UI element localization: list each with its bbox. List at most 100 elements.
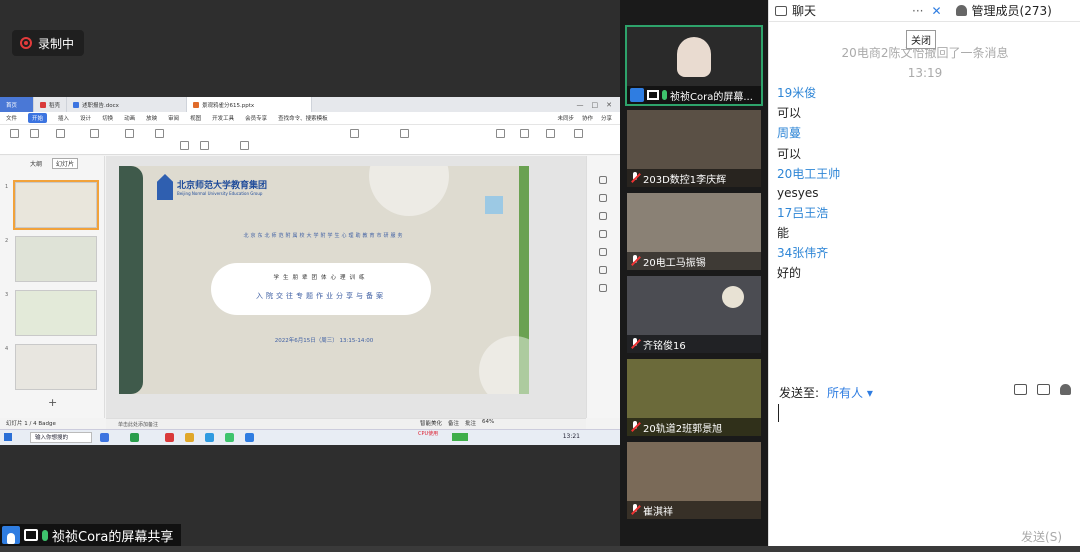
smart-beautify-button[interactable]: 智能美化 [420, 419, 442, 427]
meeting-window: 录制中 首页 稻壳 述职报告.docx 景观鸦雀分615.pptx — □ ✕ … [0, 0, 1080, 552]
menu-devtools[interactable]: 开发工具 [212, 114, 234, 122]
slide-thumbnail[interactable] [15, 344, 97, 390]
windows-start-icon[interactable] [4, 433, 12, 441]
sync-status[interactable]: 未同步 [557, 114, 574, 122]
thumb-number: 4 [5, 346, 9, 352]
recording-indicator[interactable]: 录制中 [12, 30, 85, 56]
app-icon[interactable] [185, 433, 194, 442]
menu-start[interactable]: 开始 [28, 113, 48, 123]
video-tile[interactable]: 20轨道2班郭景旭 [627, 359, 761, 436]
menu-right-group: 未同步 协作 分享 [557, 114, 620, 122]
cut-icon[interactable] [30, 129, 39, 138]
tab-slides[interactable]: 幻灯片 [52, 158, 79, 169]
collab-button[interactable]: 协作 [582, 114, 593, 122]
message-sender[interactable]: 17吕王浩 [777, 204, 828, 221]
file-icon[interactable] [1014, 384, 1027, 395]
maximize-icon[interactable]: □ [592, 101, 599, 109]
menu-insert[interactable]: 插入 [58, 114, 69, 122]
send-button[interactable]: 发送(S) [1021, 528, 1062, 545]
menu-file[interactable]: 文件 [6, 114, 17, 122]
video-tile[interactable]: 20电工马振锡 [627, 193, 761, 270]
bold-icon[interactable] [180, 141, 189, 150]
align-left-icon[interactable] [350, 129, 359, 138]
close-icon[interactable]: ✕ [606, 101, 612, 109]
screenshot-icon[interactable] [1037, 384, 1050, 395]
notes-toggle[interactable]: 备注 [448, 419, 459, 427]
menu-design[interactable]: 设计 [80, 114, 91, 122]
menu-transition[interactable]: 切换 [102, 114, 113, 122]
shape-icon[interactable] [520, 129, 529, 138]
share-owner-name: 祯祯Cora的屏幕共享 [52, 529, 174, 545]
message-sender[interactable]: 19米俊 [777, 84, 816, 101]
tab-chat[interactable]: 聊天 [769, 2, 816, 19]
italic-icon[interactable] [200, 141, 209, 150]
tool-icon[interactable] [599, 176, 607, 184]
more-options-icon[interactable]: ··· [912, 4, 923, 18]
comments-toggle[interactable]: 批注 [465, 419, 476, 427]
slide[interactable]: 北京师范大学教育集团 Beijing Normal University Edu… [119, 166, 529, 394]
zoom-level[interactable]: 64% [482, 419, 494, 427]
close-icon[interactable]: ✕ [931, 4, 941, 18]
tool-icon[interactable] [599, 248, 607, 256]
video-tile[interactable]: 203D数控1李庆辉 [627, 110, 761, 187]
decor-circle [479, 336, 529, 394]
paste-icon[interactable] [10, 129, 19, 138]
menu-animation[interactable]: 动画 [124, 114, 135, 122]
find-icon[interactable] [574, 129, 583, 138]
tool-icon[interactable] [599, 230, 607, 238]
minimize-icon[interactable]: — [577, 101, 584, 109]
mic-muted-icon [630, 504, 640, 516]
new-slide-icon[interactable] [90, 129, 99, 138]
app-icon[interactable] [205, 433, 214, 442]
layout-icon[interactable] [125, 129, 134, 138]
screen-share-area: 录制中 首页 稻壳 述职报告.docx 景观鸦雀分615.pptx — □ ✕ … [0, 0, 620, 552]
word-doc-icon [73, 101, 80, 108]
app-icon[interactable] [165, 433, 174, 442]
menu-member[interactable]: 会员专享 [245, 114, 267, 122]
tab-members[interactable]: 管理成员(273) [942, 2, 1052, 19]
font-color-icon[interactable] [240, 141, 249, 150]
tab-home[interactable]: 首页 [0, 97, 34, 112]
mention-user-icon[interactable] [1060, 384, 1071, 395]
video-tile[interactable]: 崔淇祥 [627, 442, 761, 519]
slide-thumbnail[interactable] [15, 290, 97, 336]
shared-presentation-window[interactable]: 首页 稻壳 述职报告.docx 景观鸦雀分615.pptx — □ ✕ 文件 开… [0, 97, 620, 445]
video-tile[interactable]: 齐铭俊16 [627, 276, 761, 353]
tool-icon[interactable] [599, 194, 607, 202]
message-sender[interactable]: 周蔓 [777, 124, 801, 141]
send-to-dropdown[interactable]: 所有人 ▾ [827, 384, 873, 401]
message-input[interactable] [769, 402, 1080, 522]
tool-icon[interactable] [599, 284, 607, 292]
tab-pptx[interactable]: 景观鸦雀分615.pptx [187, 97, 313, 112]
text-direction-icon[interactable] [400, 129, 409, 138]
mic-muted-icon [630, 255, 640, 267]
docer-icon [40, 101, 46, 108]
message-sender[interactable]: 34张伟齐 [777, 244, 828, 261]
tab-outline[interactable]: 大纲 [30, 159, 42, 168]
menu-slideshow[interactable]: 放映 [146, 114, 157, 122]
app-icon[interactable] [100, 433, 109, 442]
slide-thumbnail[interactable] [15, 236, 97, 282]
participant-name: 203D数控1李庆辉 [643, 174, 727, 186]
decor-square [485, 196, 503, 214]
menu-review[interactable]: 审阅 [168, 114, 179, 122]
taskbar-search[interactable]: 输入你想搜的 [30, 432, 92, 443]
add-slide-icon[interactable]: + [48, 396, 57, 409]
tab-docx[interactable]: 述职报告.docx [67, 97, 188, 112]
tool-icon[interactable] [599, 266, 607, 274]
menu-view[interactable]: 视图 [190, 114, 201, 122]
picture-icon[interactable] [546, 129, 555, 138]
app-icon[interactable] [130, 433, 139, 442]
slide-thumbnail[interactable] [13, 180, 99, 230]
video-tile[interactable]: 祯祯Cora的屏幕... [625, 25, 763, 106]
tab-docer[interactable]: 稻壳 [34, 97, 68, 112]
format-painter-icon[interactable] [56, 129, 65, 138]
app-icon[interactable] [245, 433, 254, 442]
tool-icon[interactable] [599, 212, 607, 220]
section-icon[interactable] [155, 129, 164, 138]
textbox-icon[interactable] [496, 129, 505, 138]
app-icon[interactable] [225, 433, 234, 442]
menu-search[interactable]: 查找命令、搜索模板 [278, 114, 328, 122]
share-button[interactable]: 分享 [601, 114, 612, 122]
message-sender[interactable]: 20电工王帅 [777, 165, 840, 182]
